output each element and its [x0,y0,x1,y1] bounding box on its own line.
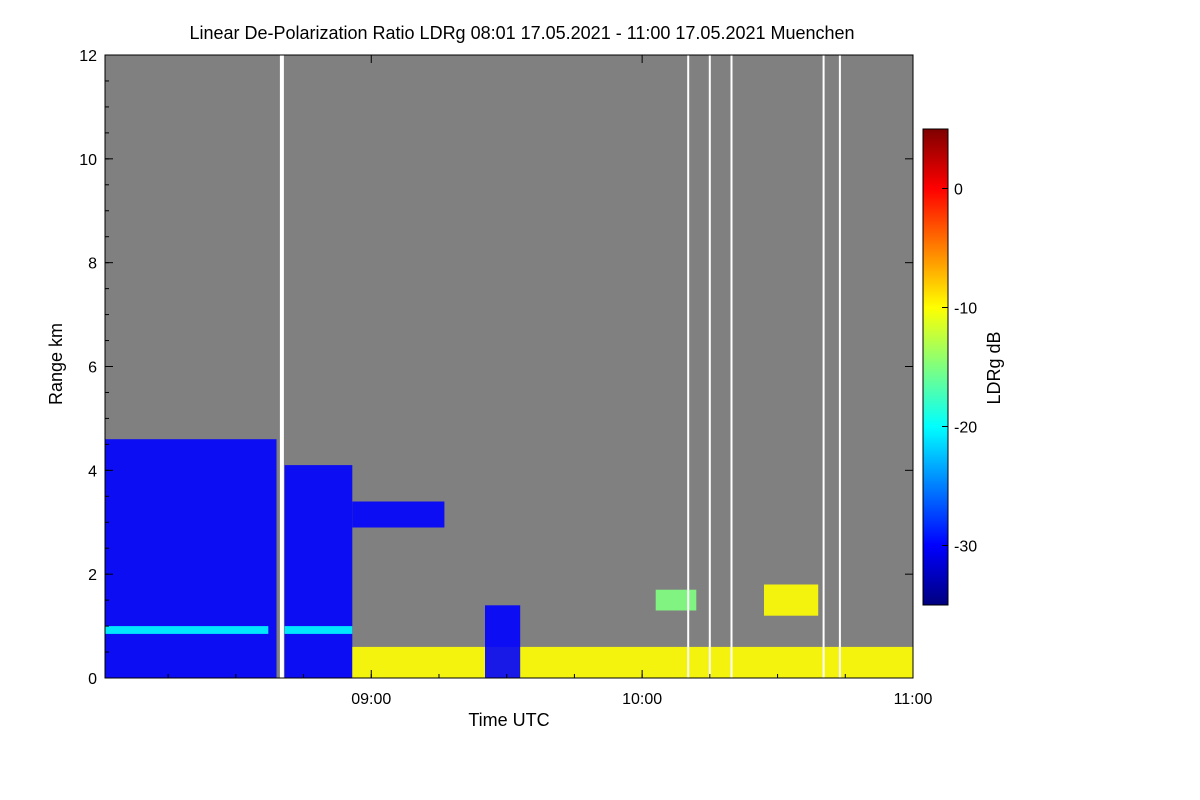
data-region-3 [284,626,353,634]
data-region-0 [105,439,277,678]
y-tick-label: 12 [79,48,97,65]
colorbar-tick-label: -30 [954,539,977,556]
data-region-5 [352,646,913,678]
chart-title: Linear De-Polarization Ratio LDRg 08:01 … [189,23,854,43]
colorbar-tick-label: 0 [954,182,963,199]
data-region-1 [105,626,269,634]
y-tick-label: 8 [88,256,97,273]
y-tick-label: 2 [88,567,97,584]
colorbar-gradient [922,128,949,606]
data-region-2 [284,465,353,678]
data-region-6 [485,605,521,678]
colorbar-tick-label: -10 [954,301,977,318]
y-tick-label: 0 [88,671,97,688]
ldr-figure: Linear De-Polarization Ratio LDRg 08:01 … [46,23,1004,730]
data-region-8 [764,584,819,616]
x-tick-label: 10:00 [622,691,662,708]
y-tick-label: 10 [79,152,97,169]
plot-area [104,54,914,679]
x-axis-label: Time UTC [468,710,549,730]
colorbar: 0 -10 -20 -30 [922,128,977,606]
colorbar-label: LDRg dB [984,331,1004,404]
data-region-7 [655,589,697,611]
y-tick-label: 6 [88,360,97,377]
x-tick-label: 11:00 [894,691,933,708]
data-region-4 [352,501,445,528]
y-tick-label: 4 [88,463,97,480]
y-axis-label: Range km [46,323,66,405]
x-tick-label: 09:00 [351,691,391,708]
colorbar-tick-label: -20 [954,420,977,437]
